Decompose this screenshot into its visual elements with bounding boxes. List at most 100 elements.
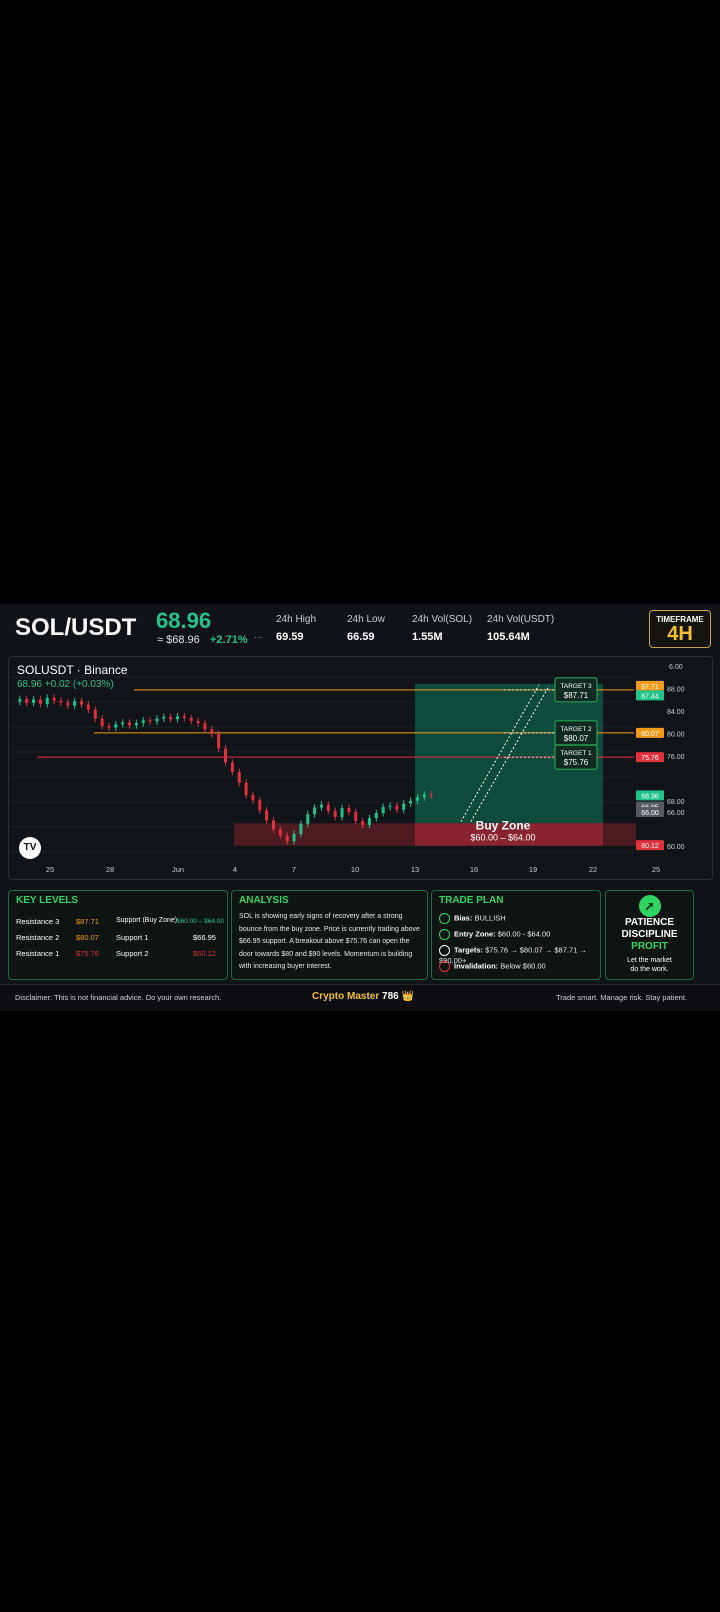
level-badge-label: 75.76 <box>641 755 659 762</box>
usd-price: ≈ $68.96 <box>157 634 200 646</box>
stat-low: 24h Low 66.59 <box>347 614 385 643</box>
candle-body <box>45 697 49 704</box>
level-badge-label: 60.12 <box>641 843 659 850</box>
trade-plan-title: TRADE PLAN <box>439 895 504 906</box>
more-icon[interactable]: ... <box>254 630 262 641</box>
y-tick-label: 66.00 <box>667 810 685 817</box>
candle-body <box>100 718 104 726</box>
candle-body <box>128 722 132 726</box>
candle-body <box>134 723 138 726</box>
target-icon <box>439 945 450 956</box>
pair-title: SOL/USDT <box>15 614 137 641</box>
last-price: 68.96 <box>156 608 212 633</box>
candle-body <box>271 820 275 830</box>
analysis-panel: ANALYSIS SOL is showing early signs of r… <box>231 890 428 980</box>
level-badge-label: 80.07 <box>641 731 659 738</box>
buy-zone-title: Buy Zone <box>476 818 531 832</box>
top-right-label: 6.00 <box>669 664 683 671</box>
candle-body <box>340 808 344 818</box>
candle-body <box>285 835 289 842</box>
candle-body <box>59 700 63 703</box>
x-tick-label: 22 <box>589 865 597 874</box>
candle-body <box>244 782 248 796</box>
kl-res2-value: $80.07 <box>76 933 99 942</box>
motto-discipline: DISCIPLINE <box>621 929 678 940</box>
x-tick-label: 7 <box>292 865 296 874</box>
x-tick-label: 4 <box>233 865 237 874</box>
chart-title: SOLUSDT · Binance <box>17 663 128 677</box>
x-tick-label: 25 <box>46 865 54 874</box>
y-tick-label: 60.00 <box>667 844 685 851</box>
level-badge-label: 68.96 <box>641 793 659 800</box>
motto-profit: PROFIT <box>631 941 668 952</box>
y-tick-label: 84.00 <box>667 709 685 716</box>
candle-body <box>354 812 358 821</box>
y-tick-label: 88.00 <box>667 686 685 693</box>
target-name: TARGET 2 <box>560 726 592 733</box>
rocket-icon: ➚ <box>638 895 661 917</box>
candle-body <box>182 716 186 719</box>
candle-body <box>25 698 29 703</box>
x-tick-label: 28 <box>106 865 114 874</box>
candle-body <box>93 709 97 719</box>
tp-entry: Entry Zone: $60.00 - $64.00 <box>439 929 550 940</box>
candle-body <box>114 724 118 728</box>
candle-body <box>313 807 317 815</box>
chart-card: SOL/USDT 68.96 ≈ $68.96 +2.71% ... 24h H… <box>0 604 720 1011</box>
candle-body <box>292 833 296 842</box>
check-icon <box>439 929 450 940</box>
candle-body <box>86 704 90 710</box>
candle-body <box>80 701 84 705</box>
analysis-title: ANALYSIS <box>239 895 289 906</box>
candle-body <box>395 805 399 810</box>
candle-body <box>230 762 234 773</box>
target-value: $80.07 <box>564 734 589 743</box>
candle-body <box>176 716 180 720</box>
stat-high: 24h High 69.59 <box>276 614 317 643</box>
candle-body <box>333 810 337 818</box>
key-levels-panel: KEY LEVELS Resistance 3 $87.71 Support (… <box>8 890 228 980</box>
x-tick-label: 10 <box>351 865 359 874</box>
kl-res1-label: Resistance 1 <box>16 949 60 958</box>
candle-body <box>237 772 241 783</box>
candle-body <box>361 821 365 825</box>
stat-vol-sol: 24h Vol(SOL) 1.55M <box>412 614 473 643</box>
tp-bias: Bias: BULLISH <box>439 913 506 924</box>
chart-subtitle: 68.96 +0.02 (+0.03%) <box>17 679 114 690</box>
candle-body <box>66 702 70 706</box>
candle-body <box>381 806 385 814</box>
candle-body <box>203 723 207 730</box>
header: SOL/USDT 68.96 ≈ $68.96 +2.71% ... 24h H… <box>0 604 720 654</box>
tp-invalidation: Invalidation: Below $60.00 <box>439 961 546 972</box>
candle-body <box>162 716 166 719</box>
target-name: TARGET 3 <box>560 683 592 690</box>
candle-body <box>196 720 200 724</box>
x-tick-label: 19 <box>529 865 537 874</box>
price-chart[interactable]: Buy Zone $60.00 – $64.00 TARGET 3 $87.71 TAR… <box>8 656 713 880</box>
y-tick-label: 68.00 <box>667 799 685 806</box>
candle-body <box>52 697 56 701</box>
candle-body <box>251 795 255 801</box>
kl-sup-zone-value: $60.00 – $64.00 <box>177 918 224 925</box>
candle-body <box>402 803 406 810</box>
y-tick-label: 76.00 <box>667 754 685 761</box>
x-tick-label: 13 <box>411 865 419 874</box>
candle-body <box>388 805 392 807</box>
candle-body <box>347 808 351 812</box>
trade-plan-panel: TRADE PLAN Bias: BULLISH Entry Zone: $60… <box>431 890 601 980</box>
x-tick-label: Jun <box>172 865 184 874</box>
candle-body <box>121 722 125 725</box>
motto-sub1: Let the market <box>627 957 672 964</box>
candle-body <box>422 794 426 798</box>
candle-body <box>38 699 42 704</box>
x-tick-label: 25 <box>652 865 660 874</box>
timeframe-badge[interactable]: TIMEFRAME 4H <box>649 610 711 648</box>
candle-body <box>189 718 193 721</box>
target-value: $87.71 <box>564 691 589 700</box>
y-tick-label: 80.00 <box>667 731 685 738</box>
candle-body <box>217 733 221 749</box>
stat-vol-usdt: 24h Vol(USDT) 105.64M <box>487 614 555 643</box>
kl-sup1-value: $66.95 <box>193 933 216 942</box>
kl-res3-label: Resistance 3 <box>16 917 60 926</box>
kl-sup2-label: Support 2 <box>116 949 149 958</box>
